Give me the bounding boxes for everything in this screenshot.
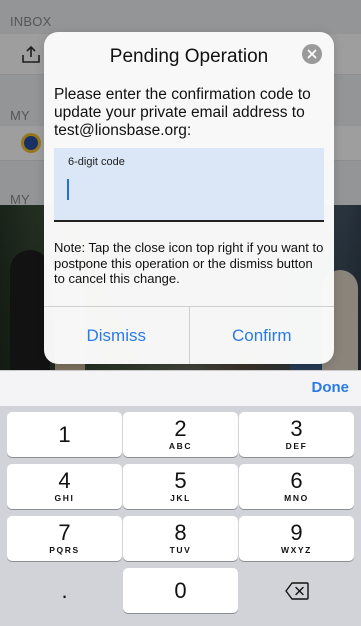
key-decimal[interactable]: .: [7, 568, 122, 613]
keyboard-accessory-bar: Done: [0, 370, 361, 407]
code-field-label: 6-digit code: [68, 156, 125, 168]
key-1-digit: 1: [58, 422, 71, 447]
key-5-digit: 5: [174, 468, 187, 493]
key-3-letters: DEF: [285, 441, 308, 451]
key-4-letters: GHI: [54, 493, 75, 503]
key-3[interactable]: 3 DEF: [239, 412, 354, 457]
dismiss-button[interactable]: Dismiss: [44, 307, 189, 364]
key-5[interactable]: 5 JKL: [123, 464, 238, 509]
dialog-note: Note: Tap the close icon top right if yo…: [54, 240, 324, 286]
key-2-letters: ABC: [168, 441, 193, 451]
confirmation-code-field[interactable]: 6-digit code: [54, 148, 324, 222]
key-1[interactable]: 1: [7, 412, 122, 457]
key-2[interactable]: 2 ABC: [123, 412, 238, 457]
pending-operation-dialog: Pending Operation Please enter the confi…: [44, 32, 334, 364]
done-button[interactable]: Done: [312, 379, 350, 396]
key-8-digit: 8: [174, 520, 187, 545]
dialog-message: Please enter the confirmation code to up…: [54, 86, 311, 139]
close-button[interactable]: [302, 44, 322, 64]
key-9-letters: WXYZ: [281, 545, 312, 555]
key-8-letters: TUV: [169, 545, 192, 555]
close-icon: [307, 49, 317, 59]
key-4-digit: 4: [58, 468, 71, 493]
key-5-letters: JKL: [170, 493, 191, 503]
key-7[interactable]: 7 PQRS: [7, 516, 122, 561]
key-7-digit: 7: [58, 520, 71, 545]
delete-backspace-icon: [284, 581, 309, 600]
dialog-title: Pending Operation: [109, 46, 269, 67]
delete-key[interactable]: [239, 568, 354, 613]
key-9[interactable]: 9 WXYZ: [239, 516, 354, 561]
key-9-digit: 9: [290, 520, 303, 545]
key-6-digit: 6: [290, 468, 303, 493]
key-decimal-label: .: [61, 577, 68, 603]
key-7-letters: PQRS: [49, 545, 80, 555]
dialog-button-row: Dismiss Confirm: [44, 306, 334, 364]
key-0[interactable]: 0: [123, 568, 238, 613]
key-8[interactable]: 8 TUV: [123, 516, 238, 561]
number-keypad: 1 2 ABC 3 DEF 4 GHI 5 JKL 6 MNO 7 PQRS 8…: [0, 406, 361, 626]
key-2-digit: 2: [174, 416, 187, 441]
key-6[interactable]: 6 MNO: [239, 464, 354, 509]
key-0-digit: 0: [174, 577, 187, 603]
confirm-button[interactable]: Confirm: [188, 307, 335, 364]
text-caret: [67, 179, 69, 200]
key-3-digit: 3: [290, 416, 303, 441]
key-6-letters: MNO: [284, 493, 309, 503]
key-4[interactable]: 4 GHI: [7, 464, 122, 509]
